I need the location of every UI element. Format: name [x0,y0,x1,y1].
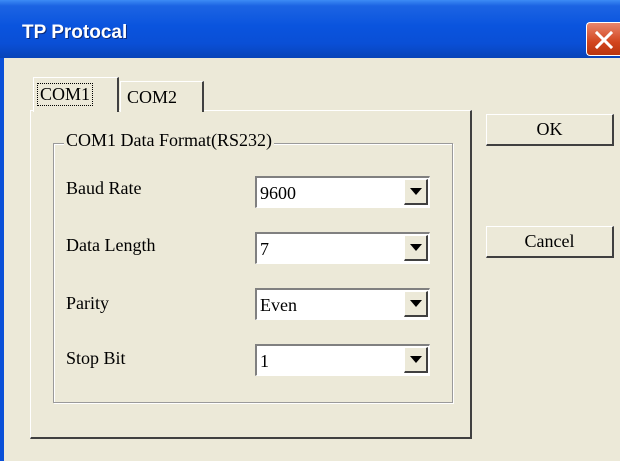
parity-value: Even [260,295,297,315]
group-title: COM1 Data Format(RS232) [64,130,274,151]
parity-dropdown-button[interactable] [404,291,428,317]
parity-label: Parity [66,293,109,313]
cancel-button[interactable]: Cancel [486,226,614,258]
data-length-dropdown-button[interactable] [404,235,428,261]
data-length-select[interactable]: 7 [255,232,430,264]
data-length-value: 7 [260,239,269,259]
tab-com2-label: COM2 [127,87,178,107]
baud-rate-select[interactable]: 9600 [255,176,430,208]
tab-com2[interactable]: COM2 [120,81,204,112]
ok-button[interactable]: OK [486,114,614,146]
title-bar[interactable]: TP Protocal [0,0,620,58]
stop-bit-label: Stop Bit [66,348,126,368]
window-frame-left [0,58,4,461]
parity-select[interactable]: Even [255,288,430,320]
baud-rate-dropdown-button[interactable] [404,179,428,205]
dialog-window: TP Protocal COM1 COM2 COM1 Data Format(R… [0,0,620,461]
close-button[interactable] [586,22,620,56]
tab-com1-label: COM1 [36,83,94,106]
stop-bit-select[interactable]: 1 [255,344,430,376]
stop-bit-dropdown-button[interactable] [404,347,428,373]
baud-rate-label: Baud Rate [66,178,142,198]
data-length-label: Data Length [66,235,156,255]
stop-bit-value: 1 [260,351,269,371]
window-title: TP Protocal [22,22,128,43]
tab-com1[interactable]: COM1 [33,77,119,112]
baud-rate-value: 9600 [260,183,296,203]
